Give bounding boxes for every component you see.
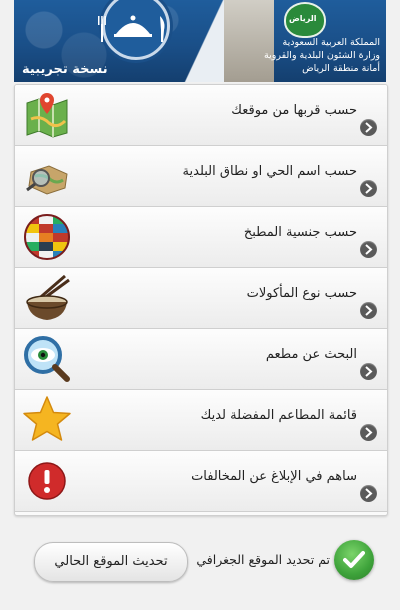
menu-item-favorites[interactable]: قائمة المطاعم المفضلة لديك	[15, 390, 387, 451]
magnifier-eye-icon	[24, 336, 70, 382]
chevron-right-icon	[360, 119, 377, 136]
menu-item-label: قائمة المطاعم المفضلة لديك	[200, 408, 357, 423]
menu-item-label: حسب اسم الحي او نطاق البلدية	[182, 164, 357, 179]
knife-icon	[160, 16, 165, 42]
map-magnifier-icon	[26, 165, 68, 195]
alert-icon	[28, 462, 66, 500]
checkmark-icon	[334, 540, 374, 580]
menu-item-label: حسب نوع المأكولات	[246, 286, 357, 301]
chevron-right-icon	[360, 424, 377, 441]
chevron-right-icon	[360, 241, 377, 258]
chevron-right-icon	[360, 363, 377, 380]
org-line-municipality: أمانة منطقة الرياض	[302, 63, 380, 74]
globe-flags-icon	[24, 214, 70, 260]
menu-item-label: البحث عن مطعم	[265, 347, 357, 362]
chevron-right-icon	[360, 485, 377, 502]
chevron-right-icon	[360, 302, 377, 319]
logo-text: الرياض	[289, 14, 317, 23]
location-status-text: تم تحديد الموقع الجغرافي	[196, 552, 330, 567]
trial-version-label: نسخة تجريبية	[22, 62, 108, 77]
menu-item-nearby[interactable]: حسب قربها من موقعك	[15, 85, 387, 146]
menu-item-search-restaurant[interactable]: البحث عن مطعم	[15, 329, 387, 390]
organization-name: المملكة العربية السعودية وزارة الشئون ال…	[264, 36, 380, 75]
chevron-right-icon	[360, 180, 377, 197]
search-options-list: حسب قربها من موقعك حسب اسم الحي او نطاق …	[14, 84, 388, 516]
menu-item-label: حسب جنسية المطبخ	[243, 225, 357, 240]
org-line-country: المملكة العربية السعودية	[282, 37, 380, 48]
menu-item-label: حسب قربها من موقعك	[231, 103, 357, 118]
menu-item-report-violations[interactable]: ساهم في الإبلاغ عن المخالفات	[15, 451, 387, 512]
cloche-icon	[114, 15, 152, 37]
org-line-ministry: وزارة الشئون البلدية والقروية	[264, 50, 380, 61]
menu-item-district[interactable]: حسب اسم الحي او نطاق البلدية	[15, 146, 387, 207]
map-pin-icon	[26, 93, 68, 138]
fork-icon	[98, 16, 106, 42]
menu-item-cuisine[interactable]: حسب جنسية المطبخ	[15, 207, 387, 268]
menu-item-label: ساهم في الإبلاغ عن المخالفات	[191, 469, 357, 484]
update-location-button[interactable]: تحديث الموقع الحالي	[34, 542, 188, 582]
bowl-chopsticks-icon	[26, 274, 70, 320]
menu-item-food-type[interactable]: حسب نوع المأكولات	[15, 268, 387, 329]
star-icon	[23, 396, 71, 441]
app-header: نسخة تجريبية الرياض المملكة العربية السع…	[14, 0, 386, 82]
